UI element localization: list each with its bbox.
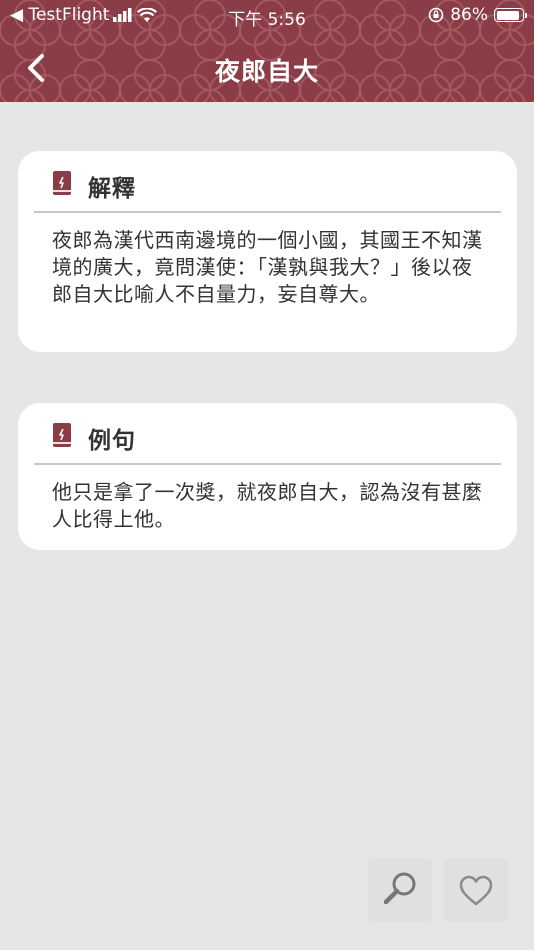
- orientation-lock-icon: [428, 7, 444, 23]
- header: ◀ TestFlight 下午 5:56 86% 夜郎自大: [0, 0, 534, 102]
- search-button[interactable]: [368, 858, 432, 922]
- card-divider: [34, 165, 501, 213]
- page-title: 夜郎自大: [214, 57, 319, 86]
- search-icon: [383, 872, 416, 905]
- status-right: 86%: [428, 5, 527, 25]
- favorite-button[interactable]: [444, 858, 508, 922]
- battery-percent: 86%: [450, 5, 488, 25]
- card-body: 他只是拿了一次獎，就夜郎自大，認為沒有甚麼人比得上他。: [52, 480, 483, 531]
- card-divider: [34, 417, 501, 465]
- status-bar: ◀ TestFlight 下午 5:56 86%: [0, 0, 534, 32]
- idiom-detail-screen: ◀ TestFlight 下午 5:56 86% 夜郎自大 解釋 夜郎為漢代西南…: [0, 0, 534, 950]
- battery-icon: [494, 8, 527, 22]
- explanation-card: 解釋 夜郎為漢代西南邊境的一個小國，其國王不知漢境的廣大，竟問漢使：「漢孰與我大…: [18, 151, 517, 352]
- example-card: 例句 他只是拿了一次獎，就夜郎自大，認為沒有甚麼人比得上他。: [18, 403, 517, 550]
- nav-bar: 夜郎自大: [0, 38, 534, 98]
- card-body: 夜郎為漢代西南邊境的一個小國，其國王不知漢境的廣大，竟問漢使：「漢孰與我大？」後…: [52, 228, 483, 306]
- heart-outline-icon: [459, 875, 493, 906]
